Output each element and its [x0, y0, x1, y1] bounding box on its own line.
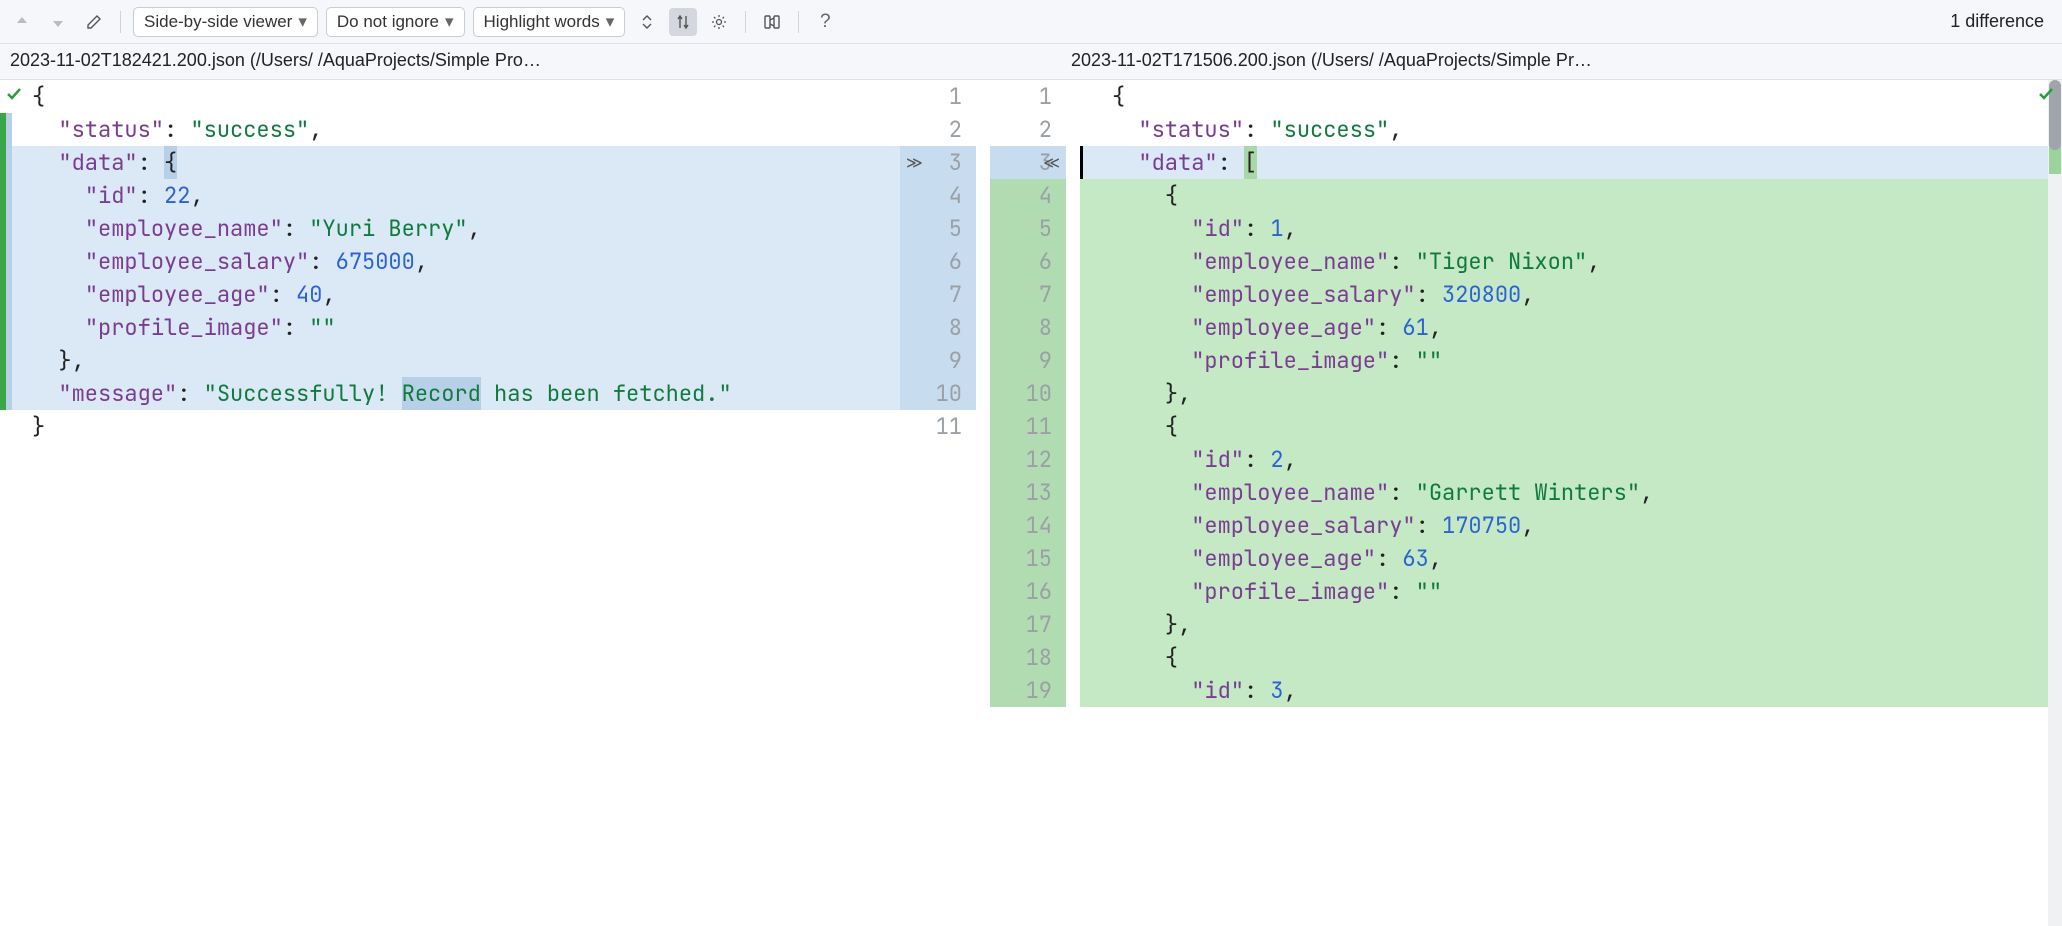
right-file-path: 2023-11-02T171506.200.json (/Users/ /Aqu…: [1031, 44, 2062, 79]
code-line[interactable]: "id": 3,: [1080, 674, 2062, 707]
ignore-policy-label: Do not ignore: [337, 12, 439, 32]
gutter-line: 4: [990, 179, 1066, 212]
code-line[interactable]: },: [0, 344, 900, 377]
gutter-line: 19: [990, 674, 1066, 707]
prev-diff-button[interactable]: [8, 8, 36, 36]
left-gutter: 123≫4567891011: [900, 80, 990, 926]
separator: [798, 11, 799, 33]
settings-button[interactable]: [705, 8, 733, 36]
code-line[interactable]: },: [1080, 608, 2062, 641]
code-line[interactable]: "message": "Successfully! Record has bee…: [0, 377, 900, 410]
code-line[interactable]: {: [1080, 80, 2062, 113]
left-pane[interactable]: { "status": "success", "data": { "id": 2…: [0, 80, 900, 926]
check-icon: [4, 84, 24, 104]
help-button[interactable]: ?: [811, 8, 839, 36]
gutter-line: 10: [900, 377, 976, 410]
code-line[interactable]: "profile_image": "": [1080, 344, 2062, 377]
gutter-line: 9: [900, 344, 976, 377]
gutter-line: 9: [990, 344, 1066, 377]
merge-left-icon[interactable]: ≪: [1043, 146, 1060, 179]
code-line[interactable]: {: [1080, 641, 2062, 674]
gutter-line: 16: [990, 575, 1066, 608]
code-line[interactable]: "employee_name": "Tiger Nixon",: [1080, 245, 2062, 278]
code-line[interactable]: "employee_salary": 170750,: [1080, 509, 2062, 542]
gutter-line: 10: [990, 377, 1066, 410]
edit-button[interactable]: [80, 8, 108, 36]
chevron-down-icon: ▾: [298, 12, 307, 32]
gutter-line: 15: [990, 542, 1066, 575]
code-line[interactable]: "employee_age": 40,: [0, 278, 900, 311]
separator: [120, 11, 121, 33]
code-line[interactable]: {: [0, 80, 900, 113]
highlight-mode-label: Highlight words: [484, 12, 600, 32]
scrollbar[interactable]: [2048, 80, 2062, 926]
gutter-line: 3≫: [900, 146, 976, 179]
gutter-line: 7: [900, 278, 976, 311]
code-line[interactable]: "employee_salary": 320800,: [1080, 278, 2062, 311]
gutter-line: 11: [990, 410, 1066, 443]
code-line[interactable]: },: [1080, 377, 2062, 410]
diff-toolbar: Side-by-side viewer ▾ Do not ignore ▾ Hi…: [0, 0, 2062, 44]
gutter-line: 18: [990, 641, 1066, 674]
gutter-line: 17: [990, 608, 1066, 641]
code-line[interactable]: "status": "success",: [0, 113, 900, 146]
code-line[interactable]: "employee_age": 61,: [1080, 311, 2062, 344]
gutter-line: 13: [990, 476, 1066, 509]
view-mode-label: Side-by-side viewer: [144, 12, 292, 32]
left-file-path: 2023-11-02T182421.200.json (/Users/ /Aqu…: [0, 44, 1031, 79]
gutter-line: 14: [990, 509, 1066, 542]
gutter: 123≫4567891011 123≪456789101112131415161…: [900, 80, 1080, 926]
code-line[interactable]: }: [0, 410, 900, 443]
gutter-line: 3≪: [990, 146, 1066, 179]
code-line[interactable]: "employee_salary": 675000,: [0, 245, 900, 278]
ignore-policy-select[interactable]: Do not ignore ▾: [326, 7, 465, 37]
code-line[interactable]: "profile_image": "": [1080, 575, 2062, 608]
chevron-down-icon: ▾: [606, 12, 615, 32]
view-mode-select[interactable]: Side-by-side viewer ▾: [133, 7, 318, 37]
gutter-line: 1: [990, 80, 1066, 113]
swap-sides-button[interactable]: [758, 8, 786, 36]
gutter-line: 7: [990, 278, 1066, 311]
separator: [745, 11, 746, 33]
gutter-line: 8: [900, 311, 976, 344]
code-line[interactable]: "id": 1,: [1080, 212, 2062, 245]
code-line[interactable]: "employee_name": "Garrett Winters",: [1080, 476, 2062, 509]
gutter-line: 12: [990, 443, 1066, 476]
chevron-down-icon: ▾: [445, 12, 454, 32]
diff-count-label: 1 difference: [1950, 11, 2054, 32]
collapse-unchanged-button[interactable]: [633, 8, 661, 36]
next-diff-button[interactable]: [44, 8, 72, 36]
diff-area: { "status": "success", "data": { "id": 2…: [0, 80, 2062, 926]
code-line[interactable]: "employee_name": "Yuri Berry",: [0, 212, 900, 245]
gutter-line: 2: [990, 113, 1066, 146]
code-line[interactable]: "data": {: [0, 146, 900, 179]
gutter-line: 4: [900, 179, 976, 212]
gutter-line: 6: [990, 245, 1066, 278]
code-line[interactable]: "employee_age": 63,: [1080, 542, 2062, 575]
gutter-line: 1: [900, 80, 976, 113]
code-line[interactable]: {: [1080, 410, 2062, 443]
sync-scroll-button[interactable]: [669, 8, 697, 36]
file-path-bar: 2023-11-02T182421.200.json (/Users/ /Aqu…: [0, 44, 2062, 80]
code-line[interactable]: "id": 22,: [0, 179, 900, 212]
gutter-line: 5: [900, 212, 976, 245]
gutter-line: 2: [900, 113, 976, 146]
merge-right-icon[interactable]: ≫: [906, 146, 923, 179]
code-line[interactable]: {: [1080, 179, 2062, 212]
gutter-line: 5: [990, 212, 1066, 245]
code-line[interactable]: "id": 2,: [1080, 443, 2062, 476]
right-gutter: 123≪45678910111213141516171819: [990, 80, 1080, 926]
code-line[interactable]: "data": [: [1080, 146, 2062, 179]
gutter-line: 8: [990, 311, 1066, 344]
cursor: [1080, 146, 1083, 179]
gutter-line: 11: [900, 410, 976, 443]
highlight-mode-select[interactable]: Highlight words ▾: [473, 7, 626, 37]
code-line[interactable]: "profile_image": "": [0, 311, 900, 344]
change-stripe: [0, 113, 6, 410]
check-icon: [2036, 84, 2056, 104]
code-line[interactable]: "status": "success",: [1080, 113, 2062, 146]
gutter-line: 6: [900, 245, 976, 278]
right-pane[interactable]: { "status": "success", "data": [ { "id":…: [1080, 80, 2062, 926]
